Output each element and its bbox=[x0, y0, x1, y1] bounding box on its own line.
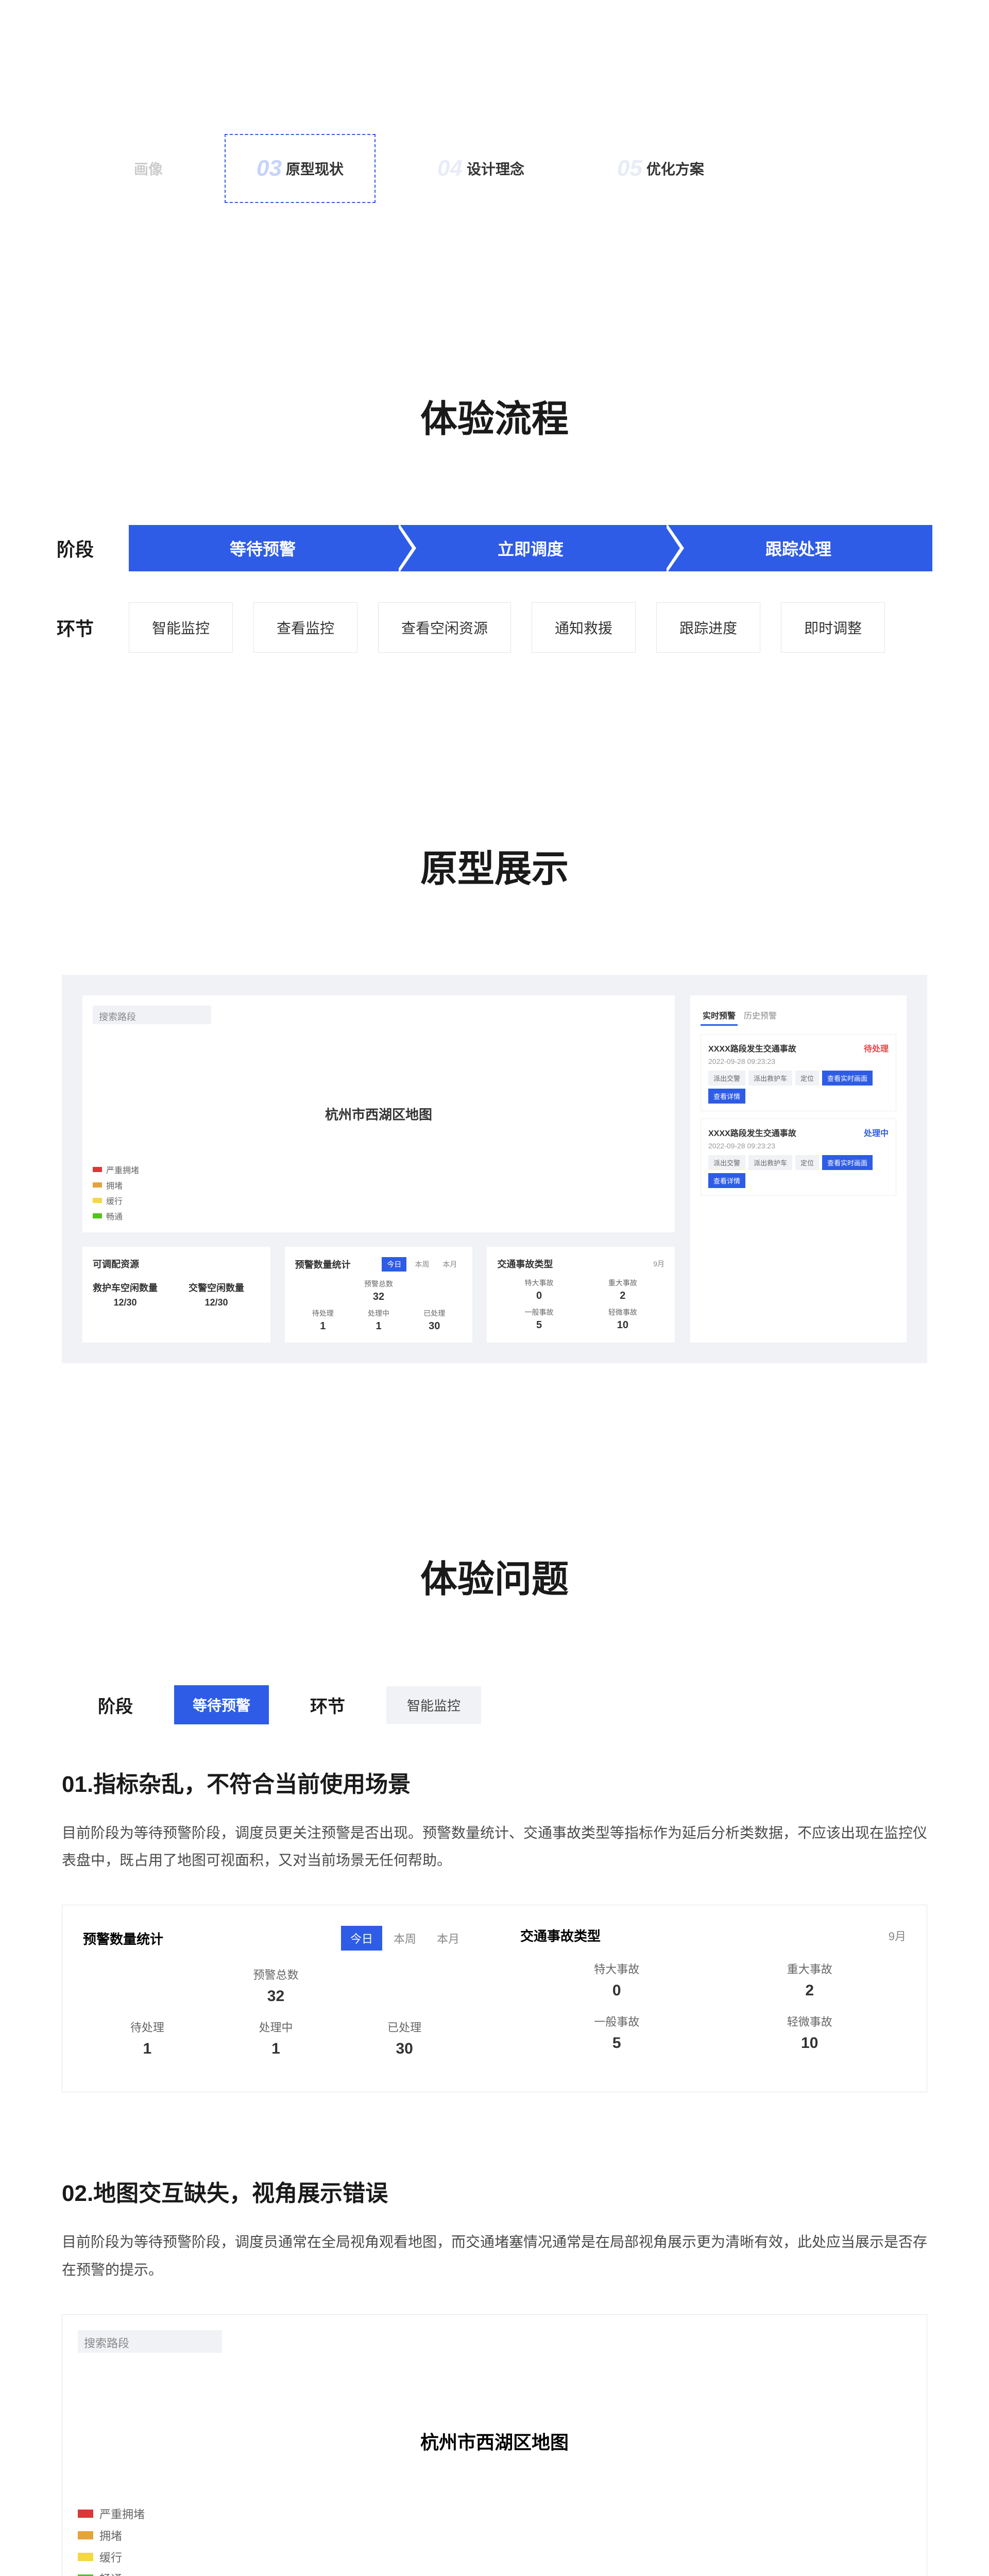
problem-stage-header: 阶段 等待预警 环节 智能监控 bbox=[0, 1685, 989, 1724]
problem-map: 搜索路段 杭州市西湖区地图 严重拥堵 拥堵 缓行 畅通 bbox=[62, 2314, 927, 2576]
alert-item: XXXX路段发生交通事故处理中 2022-09-28 09:23:23 派出交警… bbox=[701, 1118, 896, 1196]
flow-stage-label: 阶段 bbox=[57, 535, 129, 562]
nav-tabs: 画像 03原型现状 04设计理念 05优化方案 bbox=[0, 0, 989, 203]
accident-card: 交通事故类型 9月 特大事故0 重大事故2 一般事故5 轻微事故10 bbox=[487, 1247, 675, 1343]
alert-stat-card: 预警数量统计 今日 本周 本月 预警总数32 待处理1 处理中1 已处理30 bbox=[285, 1247, 473, 1343]
tab-history[interactable]: 历史预警 bbox=[742, 1006, 779, 1026]
locate-button[interactable]: 定位 bbox=[795, 1155, 819, 1170]
flow-step-label: 环节 bbox=[57, 614, 129, 641]
legend-swatch bbox=[93, 1167, 102, 1172]
flow-stage: 立即调度 bbox=[397, 525, 664, 571]
dispatch-ambulance-button[interactable]: 派出救护车 bbox=[748, 1155, 792, 1170]
dispatch-police-button[interactable]: 派出交警 bbox=[708, 1071, 745, 1086]
map-legend: 严重拥堵 拥堵 缓行 畅通 bbox=[78, 2500, 145, 2576]
proto-map: 搜索路段 杭州市西湖区地图 严重拥堵 拥堵 缓行 畅通 bbox=[82, 995, 675, 1232]
flow-step: 即时调整 bbox=[781, 602, 885, 653]
legend-swatch bbox=[78, 2531, 93, 2539]
tab-today[interactable]: 今日 bbox=[382, 1257, 406, 1272]
flow-step: 跟踪进度 bbox=[656, 602, 760, 653]
problem-desc: 目前阶段为等待预警阶段，调度员通常在全局视角观看地图，而交通堵塞情况通常是在局部… bbox=[62, 2228, 927, 2283]
problem-widget: 预警数量统计 今日 本周 本月 预警总数32 待处理1 处理中1 已处理30 交… bbox=[62, 1905, 927, 2092]
map-title: 杭州市西湖区地图 bbox=[325, 1105, 432, 1124]
flow-stage: 跟踪处理 bbox=[664, 525, 932, 571]
tab-week[interactable]: 本周 bbox=[410, 1257, 434, 1272]
flow-step: 智能监控 bbox=[129, 602, 233, 653]
stage-badge: 等待预警 bbox=[174, 1685, 269, 1724]
section-title-problems: 体验问题 bbox=[0, 1549, 989, 1603]
flow-step: 查看空闲资源 bbox=[378, 602, 511, 653]
tab-week[interactable]: 本周 bbox=[384, 1926, 425, 1951]
view-detail-button[interactable]: 查看详情 bbox=[708, 1173, 745, 1188]
problem-desc: 目前阶段为等待预警阶段，调度员更关注预警是否出现。预警数量统计、交通事故类型等指… bbox=[62, 1819, 927, 1874]
legend-swatch bbox=[93, 1213, 102, 1218]
resource-card: 可调配资源 救护车空闲数量12/30 交警空闲数量12/30 bbox=[82, 1247, 270, 1343]
tab-month[interactable]: 本月 bbox=[437, 1257, 462, 1272]
flow-stages: 等待预警 立即调度 跟踪处理 bbox=[129, 525, 932, 571]
view-live-button[interactable]: 查看实时画面 bbox=[822, 1071, 873, 1086]
nav-tab-current[interactable]: 03原型现状 bbox=[225, 134, 376, 203]
nav-tab-prev[interactable]: 画像 bbox=[103, 138, 194, 199]
flow-stage: 等待预警 bbox=[129, 525, 397, 571]
locate-button[interactable]: 定位 bbox=[795, 1071, 819, 1086]
nav-tab-5[interactable]: 05优化方案 bbox=[586, 135, 735, 202]
month-selector[interactable]: 9月 bbox=[653, 1259, 664, 1269]
step-box: 智能监控 bbox=[386, 1686, 481, 1724]
tab-today[interactable]: 今日 bbox=[341, 1926, 382, 1951]
proto-sidebar: 实时预警 历史预警 XXXX路段发生交通事故待处理 2022-09-28 09:… bbox=[690, 995, 907, 1343]
status-badge: 处理中 bbox=[864, 1126, 889, 1139]
map-title: 杭州市西湖区地图 bbox=[420, 2428, 569, 2454]
flow-step: 通知救援 bbox=[532, 602, 636, 653]
section-title-flow: 体验流程 bbox=[0, 388, 989, 443]
dispatch-ambulance-button[interactable]: 派出救护车 bbox=[748, 1071, 792, 1086]
legend-swatch bbox=[78, 2510, 93, 2518]
search-input[interactable]: 搜索路段 bbox=[93, 1006, 211, 1024]
legend-swatch bbox=[78, 2553, 93, 2561]
legend-swatch bbox=[93, 1198, 102, 1203]
tab-realtime[interactable]: 实时预警 bbox=[701, 1006, 738, 1026]
alert-item: XXXX路段发生交通事故待处理 2022-09-28 09:23:23 派出交警… bbox=[701, 1034, 896, 1111]
status-badge: 待处理 bbox=[864, 1042, 889, 1054]
tab-month[interactable]: 本月 bbox=[428, 1926, 469, 1951]
month-selector[interactable]: 9月 bbox=[889, 1927, 906, 1944]
problem-title: 01.指标杂乱，不符合当前使用场景 bbox=[62, 1766, 927, 1799]
legend-swatch bbox=[93, 1182, 102, 1188]
search-input[interactable]: 搜索路段 bbox=[78, 2330, 222, 2353]
prototype-mockup: 搜索路段 杭州市西湖区地图 严重拥堵 拥堵 缓行 畅通 可调配资源 救护车空闲数… bbox=[62, 975, 927, 1363]
nav-tab-4[interactable]: 04设计理念 bbox=[406, 135, 555, 202]
view-detail-button[interactable]: 查看详情 bbox=[708, 1089, 745, 1104]
flow-step: 查看监控 bbox=[253, 602, 357, 653]
map-legend: 严重拥堵 拥堵 缓行 畅通 bbox=[93, 1160, 139, 1222]
view-live-button[interactable]: 查看实时画面 bbox=[822, 1155, 873, 1170]
dispatch-police-button[interactable]: 派出交警 bbox=[708, 1155, 745, 1170]
section-title-proto: 原型展示 bbox=[0, 838, 989, 892]
problem-title: 02.地图交互缺失，视角展示错误 bbox=[62, 2175, 927, 2208]
